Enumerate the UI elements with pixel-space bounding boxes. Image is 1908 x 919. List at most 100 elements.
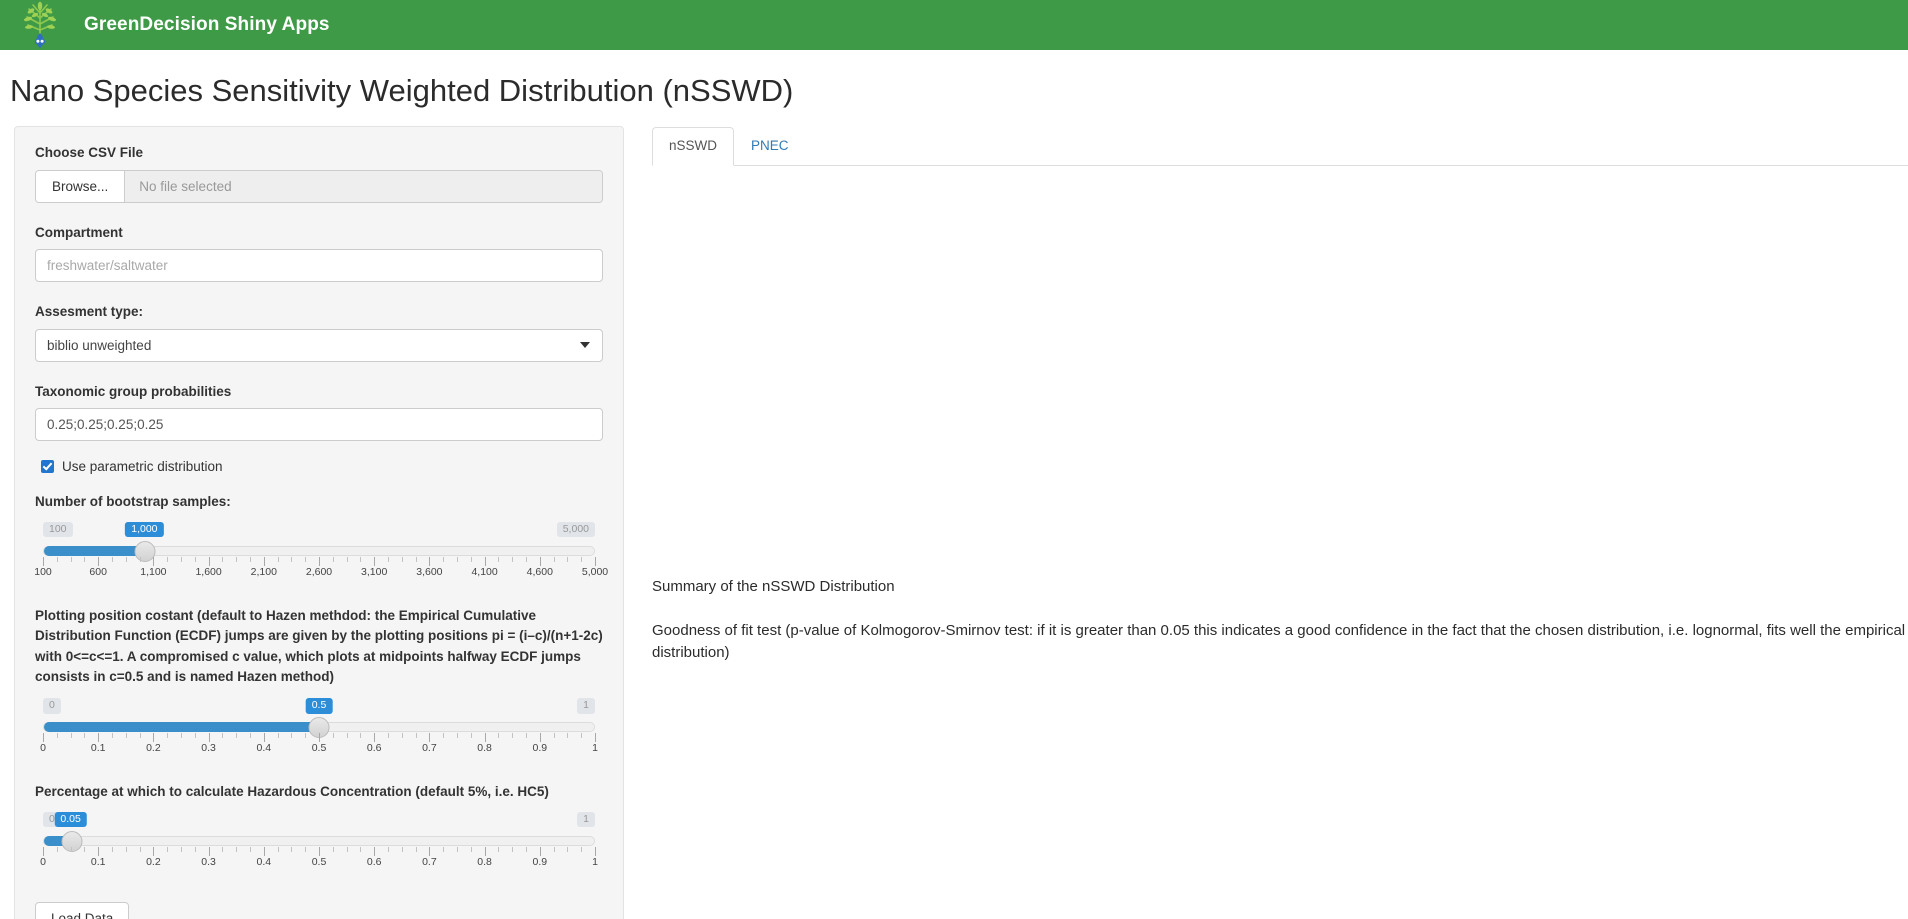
tab-nsswd[interactable]: nSSWD [652, 127, 735, 167]
slider-tick-minor [250, 732, 251, 738]
slider-tick-minor [388, 556, 389, 562]
slider-tick-label: 0 [40, 855, 46, 868]
parametric-distribution-row[interactable]: Use parametric distribution [41, 459, 603, 474]
hazard-percentage-slider-block: Percentage at which to calculate Hazardo… [35, 782, 603, 870]
bootstrap-slider-tick-labels: 100 600 1,100 1,600 2,100 2,600 3,100 3,600 4,10… [34, 565, 608, 580]
slider-tick-minor [332, 846, 334, 852]
slider-tick-minor [567, 556, 569, 562]
slider-tick-minor [139, 556, 141, 562]
plotting-value-label: 0.5 [305, 697, 333, 714]
bootstrap-samples-slider[interactable]: 100 1,000 5,000 100 600 1,100 1,600 2,100 2,6… [34, 521, 608, 580]
slider-tick-minor [581, 556, 583, 562]
plotting-slider-tick-labels: 0 0.1 0.2 0.3 0.4 0.5 0.6 0.7 0.8 0.9 1 [40, 741, 598, 756]
slider-tick [429, 732, 431, 742]
slider-tick-label: 0.9 [532, 855, 548, 868]
slider-tick-minor [443, 846, 445, 852]
slider-tick [319, 556, 320, 566]
parametric-distribution-checkbox[interactable] [41, 460, 54, 474]
hazard-percentage-slider[interactable]: 0 0.05 1 0 0.1 0.2 0.3 0.4 0.5 0.6 0.7 0.8 0.9 1 [35, 811, 603, 870]
slider-tick [319, 732, 320, 742]
slider-tick-minor [236, 732, 238, 738]
bootstrap-min-label: 100 [43, 521, 73, 538]
slider-tick-minor [470, 732, 472, 738]
slider-tick [374, 556, 376, 566]
slider-tick-minor [277, 556, 279, 562]
slider-tick-minor [512, 732, 514, 738]
slider-tick-label: 0.9 [532, 741, 548, 754]
slider-tick-minor [222, 846, 224, 852]
tab-pnec[interactable]: PNEC [734, 127, 806, 166]
slider-tick [43, 846, 44, 856]
slider-tick-minor [125, 556, 127, 562]
load-data-button[interactable]: Load Data [35, 901, 130, 919]
slider-tick [374, 732, 376, 742]
slider-tick-label: 0.5 [311, 741, 327, 754]
slider-tick-minor [457, 846, 458, 852]
slider-tick-minor [84, 556, 86, 562]
slider-tick-minor [457, 732, 458, 738]
slider-tick-minor [415, 732, 417, 738]
slider-tick-minor [250, 556, 251, 562]
hazard-percentage-label: Percentage at which to calculate Hazardo… [35, 783, 549, 799]
main-panel: nSSWD PNEC Summary of the nSSWD Distribu… [652, 126, 1908, 685]
sidebar-panel: Choose CSV File Browse... No file select… [14, 126, 624, 919]
slider-tick-minor [84, 846, 86, 852]
slider-tick [263, 732, 265, 742]
slider-tick [484, 556, 486, 566]
assessment-type-select-wrap[interactable]: biblio unweighted [35, 328, 603, 362]
slider-tick-minor [415, 846, 417, 852]
slider-tick-minor [305, 556, 307, 562]
slider-tick-minor [70, 846, 72, 852]
slider-tick-minor [512, 556, 514, 562]
plotting-position-slider-block: Plotting position costant (default to Ha… [35, 606, 603, 756]
slider-tick-label: 5,000 [581, 565, 609, 578]
assessment-type-select[interactable]: biblio unweighted [35, 328, 603, 362]
slider-tick-label: 0.6 [366, 741, 382, 754]
slider-tick-label: 0.7 [422, 741, 437, 754]
slider-tick [595, 732, 596, 742]
slider-tick-minor [526, 846, 527, 852]
slider-tick-minor [167, 732, 169, 738]
slider-tick [374, 846, 376, 856]
plotting-max-label: 1 [577, 697, 595, 714]
slider-tick [153, 556, 155, 566]
slider-tick-label: 0.7 [422, 855, 437, 868]
slider-tick-minor [167, 846, 169, 852]
plotting-position-slider[interactable]: 0 0.5 1 0 0.1 0.2 0.3 0.4 0.5 0.6 0.7 0.8 0.9 1 [35, 697, 603, 756]
slider-tick-minor [125, 846, 127, 852]
parametric-distribution-label: Use parametric distribution [62, 459, 223, 475]
slider-tick-minor [222, 732, 224, 738]
slider-tick-minor [443, 732, 445, 738]
slider-tick-label: 2,100 [250, 565, 277, 578]
compartment-field: Compartment [35, 223, 603, 283]
slider-tick-label: 3,100 [361, 565, 388, 578]
slider-tick-label: 0.4 [256, 741, 272, 754]
brand-title[interactable]: GreenDecision Shiny Apps [84, 14, 330, 36]
plotting-min-label: 0 [43, 697, 61, 714]
slider-tick-label: 100 [34, 565, 52, 578]
slider-tick-label: 0.8 [477, 741, 492, 754]
slider-tick-minor [498, 556, 500, 562]
slider-tick-minor [415, 556, 417, 562]
taxonomic-probabilities-input[interactable] [35, 408, 603, 442]
slider-tick [429, 846, 431, 856]
hazard-slider-track[interactable] [43, 830, 595, 852]
slider-tick-minor [291, 732, 293, 738]
slider-tick-label: 0.2 [146, 741, 161, 754]
slider-tick-minor [277, 732, 279, 738]
slider-tick-label: 1,100 [140, 565, 167, 578]
csv-file-label: Choose CSV File [35, 145, 144, 161]
slider-tick [263, 556, 265, 566]
assessment-type-field: Assesment type: biblio unweighted [35, 302, 603, 362]
bootstrap-slider-track[interactable] [43, 540, 595, 562]
slider-tick-minor [56, 846, 58, 852]
slider-tick-minor [139, 732, 141, 738]
bootstrap-value-label: 1,000 [125, 521, 164, 538]
hazard-slider-ticks [43, 846, 596, 856]
file-input-group[interactable]: Browse... No file selected [35, 169, 603, 203]
slider-tick [595, 556, 596, 566]
compartment-input[interactable] [35, 249, 603, 283]
slider-tick-minor [236, 556, 238, 562]
browse-button[interactable]: Browse... [36, 170, 126, 202]
plotting-slider-track[interactable] [43, 716, 595, 738]
